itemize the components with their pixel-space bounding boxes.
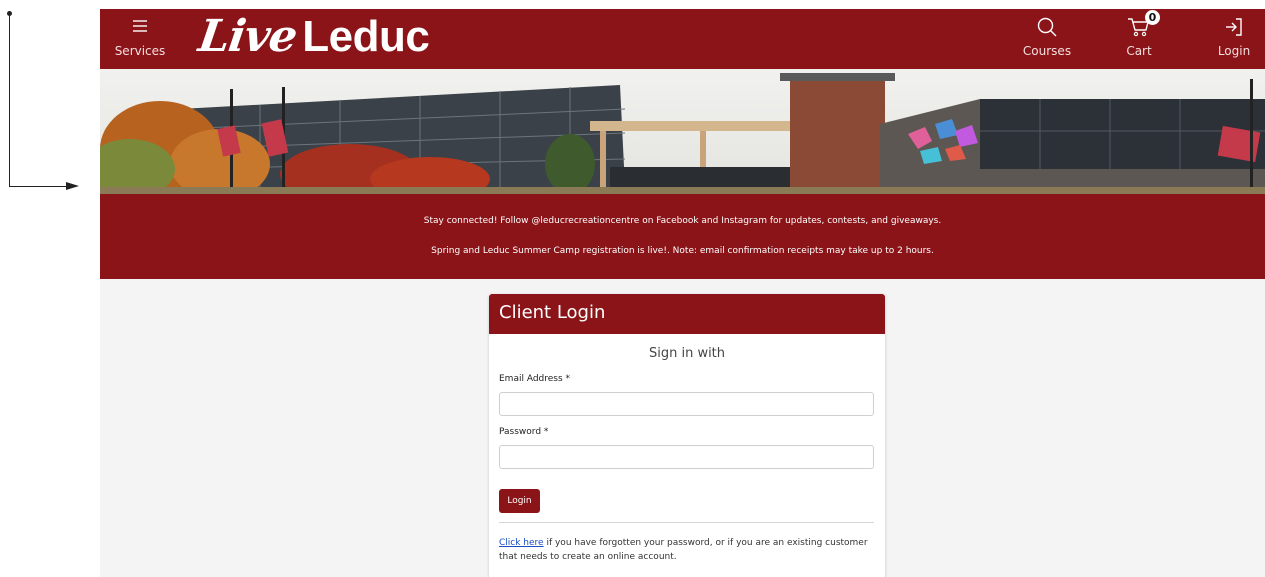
annotation-arrow-line — [9, 13, 10, 187]
app-window: Services LiveLeduc Courses 0 Cart Login — [100, 9, 1265, 577]
help-text-body: if you have forgotten your password, or … — [499, 538, 868, 562]
search-icon — [1036, 16, 1058, 42]
announcement-line-2: Spring and Leduc Summer Camp registratio… — [431, 246, 934, 256]
live-leduc-logo[interactable]: LiveLeduc — [195, 11, 430, 63]
cart-button[interactable]: 0 Cart — [1114, 9, 1164, 69]
divider — [499, 522, 874, 523]
announcement-bar: Stay connected! Follow @leducrecreationc… — [100, 194, 1265, 279]
help-text: Click here if you have forgotten your pa… — [499, 536, 869, 564]
email-field[interactable] — [499, 392, 874, 416]
announcement-line-1: Stay connected! Follow @leducrecreationc… — [423, 216, 942, 226]
services-label: Services — [114, 44, 166, 58]
login-icon — [1223, 16, 1245, 42]
forgot-password-link[interactable]: Click here — [499, 538, 544, 548]
courses-button[interactable]: Courses — [1018, 9, 1076, 69]
login-label: Login — [1217, 44, 1251, 58]
cart-label: Cart — [1126, 44, 1152, 58]
card-header: Client Login — [489, 294, 885, 334]
cart-count-badge: 0 — [1145, 10, 1160, 25]
card-title: Client Login — [499, 302, 606, 323]
menu-icon — [130, 16, 150, 40]
login-nav-button[interactable]: Login — [1208, 9, 1260, 69]
annotation-arrow-head — [66, 182, 79, 190]
login-button[interactable]: Login — [499, 489, 540, 513]
client-login-card: Client Login Sign in with Email Address … — [489, 294, 885, 577]
password-field[interactable] — [499, 445, 874, 469]
annotation-arrow-line-horizontal — [9, 186, 71, 187]
logo-word: Leduc — [302, 12, 430, 61]
hero-banner-image — [100, 69, 1265, 194]
services-menu-button[interactable]: Services — [110, 9, 170, 69]
email-label: Email Address * — [499, 374, 571, 384]
logo-script-word: Live — [195, 11, 300, 62]
top-nav-bar: Services LiveLeduc Courses 0 Cart Login — [100, 9, 1265, 69]
sign-in-heading: Sign in with — [648, 346, 726, 361]
courses-label: Courses — [1022, 44, 1072, 58]
password-label: Password * — [499, 427, 549, 437]
